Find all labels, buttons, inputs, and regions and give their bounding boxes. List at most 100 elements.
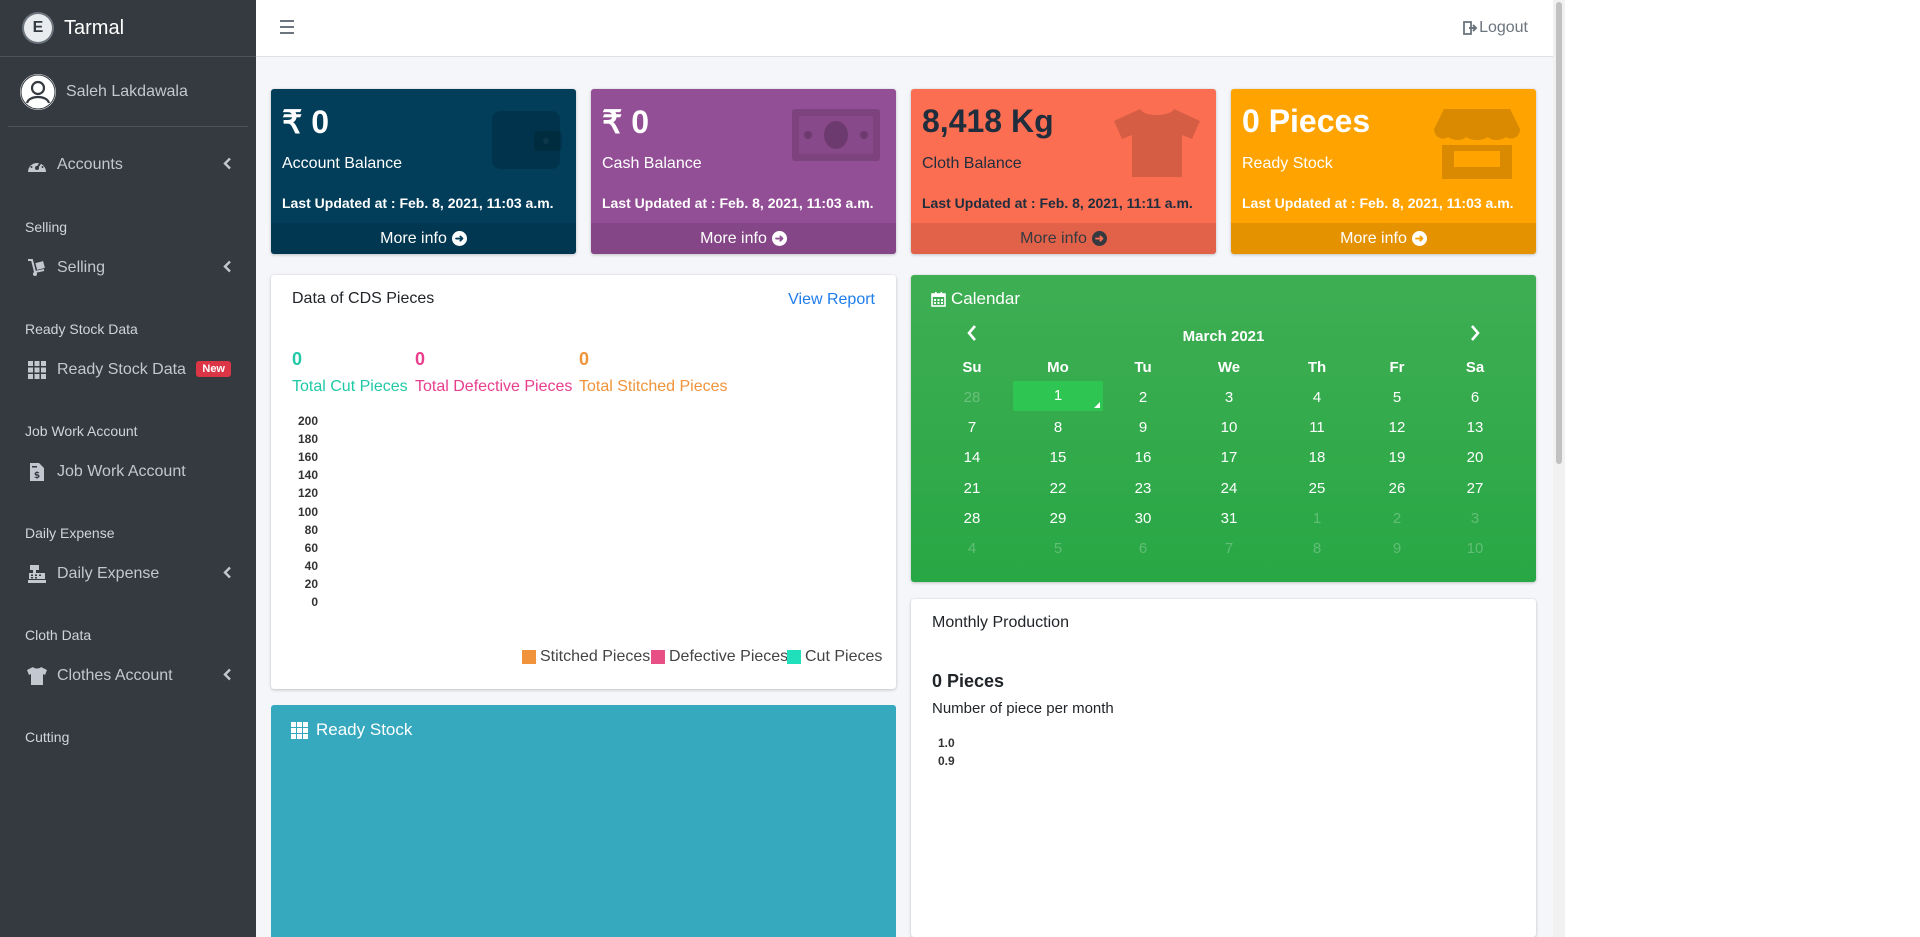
calendar-day[interactable]: 31 bbox=[1189, 510, 1269, 527]
more-info-link[interactable]: More info ➜ bbox=[271, 223, 576, 254]
calendar-weekday: Th bbox=[1307, 359, 1327, 376]
sidebar-header: Cloth Data bbox=[25, 627, 92, 643]
calendar-day[interactable]: 20 bbox=[1435, 449, 1515, 466]
calendar-day[interactable]: 7 bbox=[932, 419, 1012, 436]
calendar-day-other-month[interactable]: 6 bbox=[1103, 540, 1183, 557]
sidebar-item-clothes-account[interactable]: Clothes Account bbox=[0, 656, 256, 696]
calendar-day[interactable]: 8 bbox=[1018, 419, 1098, 436]
sign-out-icon bbox=[1463, 21, 1478, 35]
box-value: ₹ 0 bbox=[602, 104, 650, 140]
calendar-weekday: Mo bbox=[1047, 359, 1069, 376]
calendar-day[interactable]: 4 bbox=[1277, 389, 1357, 406]
sidebar-header: Job Work Account bbox=[25, 423, 138, 439]
y-tick-label: 160 bbox=[297, 450, 318, 465]
calendar-day[interactable]: 13 bbox=[1435, 419, 1515, 436]
page-scrollbar[interactable] bbox=[1553, 0, 1565, 937]
calendar-day[interactable]: 6 bbox=[1435, 389, 1515, 406]
brand-link[interactable]: E Tarmal bbox=[0, 0, 256, 57]
calendar-day[interactable]: 22 bbox=[1018, 480, 1098, 497]
calendar-day[interactable]: 28 bbox=[932, 510, 1012, 527]
grid-icon bbox=[26, 360, 48, 380]
calendar-day[interactable]: 10 bbox=[1189, 419, 1269, 436]
hamburger-menu-icon[interactable] bbox=[280, 20, 294, 36]
calendar-day[interactable]: 19 bbox=[1357, 449, 1437, 466]
calendar-day-other-month[interactable]: 8 bbox=[1277, 540, 1357, 557]
legend-label: Stitched Pieces bbox=[540, 648, 651, 665]
logout-link[interactable]: Logout bbox=[1463, 19, 1528, 37]
calendar-day[interactable]: 15 bbox=[1018, 449, 1098, 466]
sidebar-item-accounts[interactable]: Accounts bbox=[0, 145, 256, 185]
calendar-day[interactable]: 27 bbox=[1435, 480, 1515, 497]
brand-logo: E bbox=[24, 14, 52, 42]
calendar-day[interactable]: 5 bbox=[1357, 389, 1437, 406]
sidebar-item-ready-stock-data[interactable]: Ready Stock Data New bbox=[0, 350, 256, 390]
sidebar-item-job-work-account[interactable]: $ Job Work Account bbox=[0, 452, 256, 492]
calendar-day[interactable]: 16 bbox=[1103, 449, 1183, 466]
calendar-day-other-month[interactable]: 2 bbox=[1357, 510, 1437, 527]
y-tick-label: 0 bbox=[311, 595, 318, 609]
legend-item[interactable]: Stitched Pieces bbox=[522, 648, 650, 666]
tshirt-icon bbox=[1112, 107, 1202, 184]
sidebar-header: Daily Expense bbox=[25, 525, 115, 541]
legend-item[interactable]: Defective Pieces bbox=[651, 648, 788, 666]
calendar-icon bbox=[931, 292, 946, 307]
box-value: ₹ 0 bbox=[282, 104, 330, 140]
more-info-label: More info bbox=[700, 229, 767, 247]
calendar-day[interactable]: 25 bbox=[1277, 480, 1357, 497]
sidebar-item-daily-expense[interactable]: Daily Expense bbox=[0, 554, 256, 594]
calendar-day[interactable]: 18 bbox=[1277, 449, 1357, 466]
stat-value: 0 bbox=[292, 349, 303, 369]
more-info-label: More info bbox=[1340, 229, 1407, 247]
calendar-day-other-month[interactable]: 10 bbox=[1435, 540, 1515, 557]
user-panel[interactable]: Saleh Lakdawala bbox=[8, 57, 248, 127]
calendar-day-other-month[interactable]: 5 bbox=[1018, 540, 1098, 557]
calendar-day-other-month[interactable]: 4 bbox=[932, 540, 1012, 557]
more-info-link[interactable]: More info ➜ bbox=[1231, 223, 1536, 254]
more-info-link[interactable]: More info ➜ bbox=[911, 223, 1216, 254]
dolly-cart-icon bbox=[26, 258, 48, 278]
y-tick-label: 180 bbox=[297, 432, 318, 447]
arrow-circle-right-icon: ➜ bbox=[771, 231, 787, 246]
calendar-day-selected[interactable]: 1 bbox=[1013, 381, 1103, 411]
calendar-day[interactable]: 29 bbox=[1018, 510, 1098, 527]
calendar-day[interactable]: 26 bbox=[1357, 480, 1437, 497]
calendar-day[interactable]: 14 bbox=[932, 449, 1012, 466]
sidebar-item-label: Accounts bbox=[57, 156, 123, 173]
user-avatar-icon bbox=[20, 73, 56, 110]
legend-item[interactable]: Cut Pieces bbox=[787, 648, 882, 666]
calendar-day-other-month[interactable]: 7 bbox=[1189, 540, 1269, 557]
dashboard-gauge-icon bbox=[26, 155, 48, 175]
calendar-card: Calendar March 2021 Su Mo Tu We Th Fr Sa 28 1 2 3 4… bbox=[911, 275, 1536, 582]
calendar-day-other-month[interactable]: 9 bbox=[1357, 540, 1437, 557]
legend-swatch bbox=[787, 650, 801, 664]
scrollbar-thumb[interactable] bbox=[1556, 2, 1562, 464]
more-info-link[interactable]: More info ➜ bbox=[591, 223, 896, 254]
sidebar-header: Cutting bbox=[25, 729, 70, 745]
ready-stock-card: Ready Stock bbox=[271, 705, 896, 937]
box-label: Account Balance bbox=[282, 155, 403, 172]
calendar-day[interactable]: 24 bbox=[1189, 480, 1269, 497]
monthly-subtitle: Number of piece per month bbox=[932, 700, 1114, 717]
sidebar-item-selling[interactable]: Selling bbox=[0, 248, 256, 288]
calendar-day-other-month[interactable]: 3 bbox=[1435, 510, 1515, 527]
y-tick-label: 120 bbox=[297, 486, 318, 501]
new-badge: New bbox=[196, 361, 231, 377]
calendar-month-label[interactable]: March 2021 bbox=[911, 328, 1536, 345]
calendar-day[interactable]: 11 bbox=[1277, 419, 1357, 436]
calendar-day[interactable]: 17 bbox=[1189, 449, 1269, 466]
logout-label: Logout bbox=[1479, 19, 1528, 36]
calendar-day[interactable]: 3 bbox=[1189, 389, 1269, 406]
calendar-day[interactable]: 30 bbox=[1103, 510, 1183, 527]
calendar-next-button[interactable] bbox=[1468, 323, 1484, 345]
calendar-day[interactable]: 21 bbox=[932, 480, 1012, 497]
y-tick-label: 60 bbox=[304, 540, 318, 555]
calendar-day[interactable]: 9 bbox=[1103, 419, 1183, 436]
tshirt-icon bbox=[26, 666, 48, 686]
calendar-day-other-month[interactable]: 28 bbox=[932, 389, 1012, 406]
calendar-day[interactable]: 2 bbox=[1103, 389, 1183, 406]
calendar-day[interactable]: 23 bbox=[1103, 480, 1183, 497]
calendar-day-other-month[interactable]: 1 bbox=[1277, 510, 1357, 527]
chevron-left-icon bbox=[223, 260, 232, 276]
calendar-day[interactable]: 12 bbox=[1357, 419, 1437, 436]
view-report-link[interactable]: View Report bbox=[788, 291, 875, 309]
